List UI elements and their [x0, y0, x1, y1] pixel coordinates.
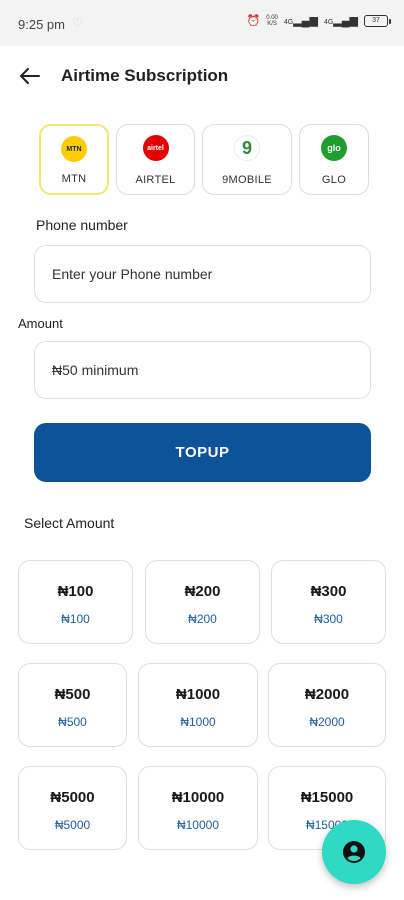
amount-value: ₦200	[184, 583, 221, 600]
heart-icon: ♡	[72, 16, 83, 30]
network-selector: MTN MTN airtel AIRTEL 9 9MOBILE glo GLO	[39, 124, 369, 195]
amount-option-1000[interactable]: ₦1000 ₦1000	[138, 663, 258, 747]
amount-price: ₦300	[314, 612, 343, 626]
mtn-logo-icon: MTN	[61, 136, 87, 162]
amount-label: Amount	[18, 316, 63, 331]
amount-value: ₦500	[54, 686, 91, 703]
network-option-mtn[interactable]: MTN MTN	[39, 124, 109, 195]
network-speed: 0.00 K/S	[266, 14, 278, 27]
9mobile-logo-icon: 9	[234, 135, 260, 161]
glo-logo-icon: glo	[321, 135, 347, 161]
page-title: Airtime Subscription	[61, 66, 229, 85]
topup-button[interactable]: TOPUP	[34, 423, 371, 482]
network-label: GLO	[321, 174, 347, 186]
network-option-airtel[interactable]: airtel AIRTEL	[116, 124, 195, 195]
amount-value: ₦10000	[171, 789, 225, 806]
amount-price: ₦100	[61, 612, 90, 626]
phone-input[interactable]	[35, 246, 370, 302]
back-button[interactable]	[16, 62, 44, 90]
amount-option-5000[interactable]: ₦5000 ₦5000	[18, 766, 127, 850]
signal-icon-1: 4G▂▄▆	[283, 15, 318, 27]
network-label: 9MOBILE	[222, 174, 272, 186]
status-bar: 9:25 pm ♡ ⏰ 0.00 K/S 4G▂▄▆ 4G▂▄▆ 37	[0, 0, 404, 46]
amount-option-200[interactable]: ₦200 ₦200	[145, 560, 260, 644]
amount-price: ₦200	[188, 612, 217, 626]
amount-option-10000[interactable]: ₦10000 ₦10000	[138, 766, 258, 850]
account-fab-button[interactable]	[322, 820, 386, 884]
amount-value: ₦5000	[50, 789, 95, 806]
status-time: 9:25 pm	[18, 17, 65, 32]
phone-label: Phone number	[36, 217, 128, 233]
alarm-icon: ⏰	[246, 15, 261, 27]
amount-field-container	[34, 341, 371, 399]
app-header: Airtime Subscription	[0, 46, 404, 106]
status-icons: ⏰ 0.00 K/S 4G▂▄▆ 4G▂▄▆ 37	[246, 14, 391, 27]
amount-option-2000[interactable]: ₦2000 ₦2000	[268, 663, 386, 747]
amount-price: ₦1000	[180, 715, 216, 729]
signal-icon-2: 4G▂▄▆	[323, 15, 358, 27]
select-amount-label: Select Amount	[24, 515, 115, 531]
amount-price: ₦2000	[309, 715, 345, 729]
phone-field-container	[34, 245, 371, 303]
amount-option-300[interactable]: ₦300 ₦300	[271, 560, 386, 644]
user-account-icon	[343, 841, 365, 863]
amount-option-100[interactable]: ₦100 ₦100	[18, 560, 133, 644]
amount-option-500[interactable]: ₦500 ₦500	[18, 663, 127, 747]
amount-value: ₦300	[310, 583, 347, 600]
amount-price: ₦10000	[176, 818, 220, 832]
amount-price: ₦5000	[54, 818, 91, 832]
amount-input[interactable]	[35, 342, 370, 398]
amount-value: ₦1000	[175, 686, 221, 703]
arrow-left-icon	[20, 68, 40, 84]
network-option-glo[interactable]: glo GLO	[299, 124, 369, 195]
amount-value: ₦15000	[300, 789, 354, 806]
network-option-9mobile[interactable]: 9 9MOBILE	[202, 124, 292, 195]
amount-value: ₦2000	[304, 686, 350, 703]
amount-value: ₦100	[57, 583, 94, 600]
battery-icon: 37	[364, 14, 391, 27]
amount-price: ₦500	[58, 715, 87, 729]
network-label: MTN	[61, 173, 87, 185]
network-label: AIRTEL	[135, 174, 176, 186]
airtel-logo-icon: airtel	[142, 135, 169, 161]
